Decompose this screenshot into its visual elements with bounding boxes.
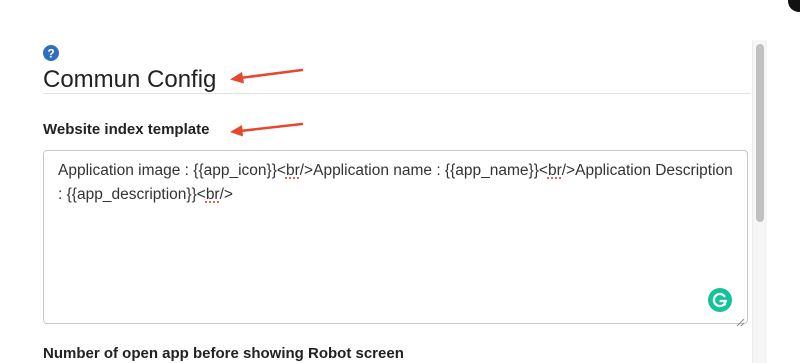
spellcheck-word: br bbox=[548, 162, 562, 179]
template-text-part: Application image : {{app_icon}}< bbox=[58, 162, 286, 179]
spellcheck-word: br bbox=[206, 186, 220, 203]
annotation-arrow-title bbox=[228, 66, 308, 86]
annotation-arrow-label bbox=[228, 120, 308, 140]
config-panel: ? Commun Config Website index template A… bbox=[0, 0, 768, 363]
template-text-part: />Application name : {{app_name}}< bbox=[300, 162, 548, 179]
spellcheck-word: br bbox=[286, 162, 300, 179]
section-divider bbox=[43, 93, 750, 94]
website-index-template-textarea[interactable]: Application image : {{app_icon}}<br/>App… bbox=[43, 150, 748, 324]
section-title: Commun Config bbox=[43, 64, 216, 96]
svg-text:?: ? bbox=[47, 47, 54, 61]
scrollbar-thumb[interactable] bbox=[756, 44, 764, 222]
question-circle-icon[interactable]: ? bbox=[43, 45, 59, 61]
open-app-count-label: Number of open app before showing Robot … bbox=[43, 345, 404, 362]
window-corner bbox=[788, 0, 800, 12]
resize-handle-icon[interactable] bbox=[735, 311, 745, 321]
vertical-scrollbar[interactable] bbox=[752, 40, 767, 363]
website-index-template-label: Website index template bbox=[43, 121, 209, 138]
grammarly-icon[interactable] bbox=[708, 288, 732, 312]
template-text-part: /> bbox=[220, 186, 233, 203]
